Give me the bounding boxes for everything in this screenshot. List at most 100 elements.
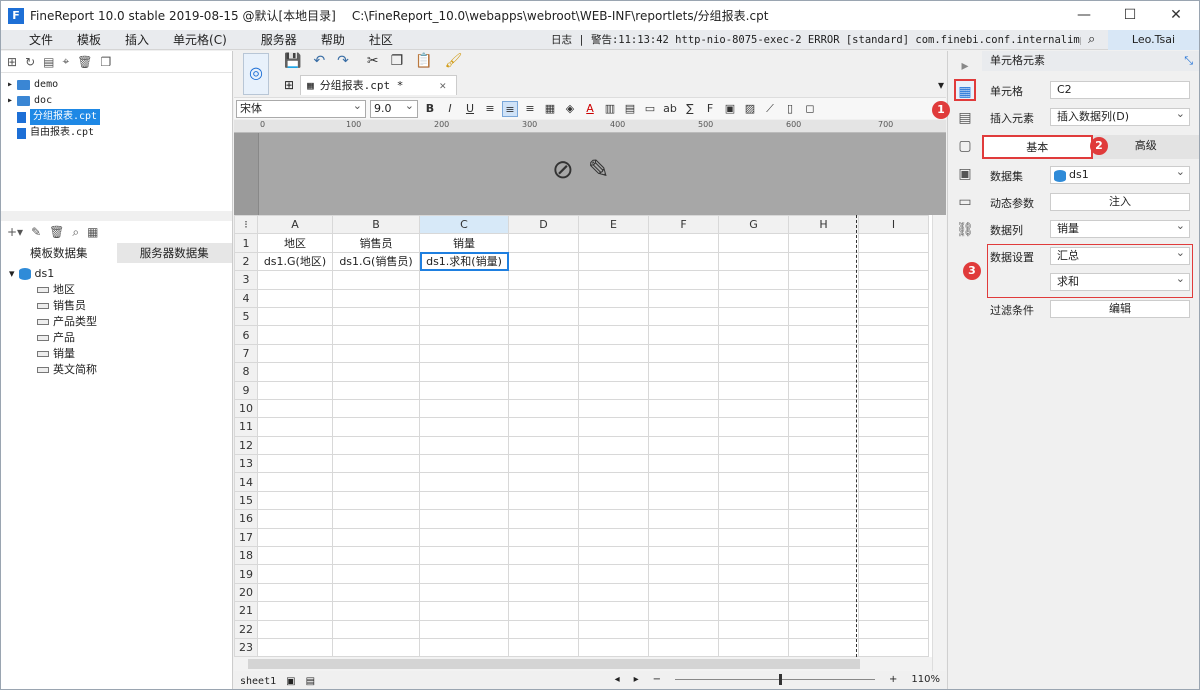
cell[interactable] <box>332 509 420 529</box>
sheet-tab[interactable]: sheet1 <box>240 676 276 687</box>
row-header[interactable]: 15 <box>234 490 258 511</box>
row-header[interactable]: 14 <box>234 472 258 492</box>
cell[interactable] <box>419 435 509 456</box>
scroll-left-icon[interactable]: ◂ <box>615 674 620 685</box>
cell[interactable] <box>718 564 789 584</box>
cell[interactable] <box>257 306 333 327</box>
scroll-right-icon[interactable]: ▸ <box>634 674 639 685</box>
menu-file[interactable]: 文件 <box>19 31 63 48</box>
menu-community[interactable]: 社区 <box>359 31 403 48</box>
cell[interactable] <box>648 435 719 456</box>
cell[interactable] <box>858 472 929 492</box>
cell[interactable] <box>508 270 579 290</box>
font-size-select[interactable]: 9.0 <box>370 98 418 118</box>
cell[interactable] <box>718 454 789 474</box>
cell[interactable] <box>419 398 509 419</box>
sub-report-icon[interactable]: ▯ <box>782 101 798 117</box>
cell[interactable] <box>858 564 929 584</box>
edit-pencil-icon[interactable]: ✎ <box>588 155 624 185</box>
server-dataset-icon[interactable]: ▦ <box>87 225 98 239</box>
cell[interactable] <box>718 527 789 548</box>
hyperlink-icon[interactable]: ▭ <box>954 191 976 213</box>
cell[interactable] <box>718 362 789 382</box>
cell[interactable] <box>648 362 719 382</box>
cell[interactable] <box>419 288 509 308</box>
menu-insert[interactable]: 插入 <box>115 31 159 48</box>
cell[interactable] <box>858 306 929 327</box>
cell[interactable] <box>332 417 420 437</box>
cell[interactable] <box>419 454 509 474</box>
tab-template-dataset[interactable]: 模板数据集 <box>1 243 117 263</box>
cell[interactable] <box>788 637 859 658</box>
column-header[interactable]: G <box>718 215 789 235</box>
cell[interactable] <box>508 325 579 345</box>
cell[interactable] <box>788 233 859 253</box>
dataset-ds1[interactable]: ▾ ds1 <box>9 266 224 282</box>
refresh-icon[interactable]: ↻ <box>25 55 35 69</box>
cell[interactable] <box>508 637 579 658</box>
zoom-out-icon[interactable]: − <box>653 674 661 685</box>
open-icon[interactable]: ▤ <box>43 55 54 69</box>
cell-element-icon[interactable]: ▦ <box>954 79 976 101</box>
cell[interactable] <box>718 398 789 419</box>
cell[interactable] <box>648 343 719 364</box>
cell[interactable] <box>788 251 859 272</box>
cell[interactable] <box>332 380 420 400</box>
cell[interactable] <box>578 564 649 584</box>
menu-help[interactable]: 帮助 <box>311 31 355 48</box>
text-cell-icon[interactable]: ▭ <box>642 101 658 117</box>
row-header[interactable]: 4 <box>234 288 258 308</box>
cell[interactable] <box>648 251 719 272</box>
zoom-in-icon[interactable]: + <box>889 674 897 685</box>
cell[interactable] <box>718 233 789 253</box>
cell[interactable] <box>508 343 579 364</box>
cell[interactable] <box>578 306 649 327</box>
clear-icon[interactable]: ◻ <box>802 101 818 117</box>
cell[interactable] <box>718 509 789 529</box>
cell[interactable] <box>578 233 649 253</box>
cell[interactable] <box>419 417 509 437</box>
cell[interactable] <box>718 270 789 290</box>
row-header[interactable]: 6 <box>234 325 258 345</box>
cell[interactable] <box>578 270 649 290</box>
cell[interactable] <box>788 398 859 419</box>
cell[interactable] <box>257 582 333 603</box>
cell[interactable] <box>718 637 789 658</box>
cell-B2[interactable]: ds1.G(销售员) <box>332 251 420 272</box>
cell[interactable] <box>508 417 579 437</box>
cell-A1[interactable]: 地区 <box>257 233 333 253</box>
cell[interactable] <box>648 582 719 603</box>
cell[interactable] <box>718 582 789 603</box>
cell[interactable] <box>419 490 509 511</box>
image-icon[interactable]: ▨ <box>742 101 758 117</box>
cell[interactable] <box>419 343 509 364</box>
cell[interactable] <box>858 288 929 308</box>
row-header[interactable]: 3 <box>234 270 258 290</box>
cell[interactable] <box>718 288 789 308</box>
cell[interactable] <box>648 509 719 529</box>
border-icon[interactable]: ▦ <box>542 101 558 117</box>
row-header[interactable]: 23 <box>234 637 258 658</box>
cell[interactable] <box>332 454 420 474</box>
column-header[interactable]: B <box>332 215 420 235</box>
cell[interactable] <box>508 527 579 548</box>
cell[interactable] <box>508 251 579 272</box>
cell[interactable] <box>332 435 420 456</box>
cell[interactable] <box>788 435 859 456</box>
cell[interactable] <box>578 490 649 511</box>
cell-name-field[interactable]: C2 <box>1050 81 1190 99</box>
cell[interactable] <box>332 343 420 364</box>
cell[interactable] <box>648 637 719 658</box>
menu-server[interactable]: 服务器 <box>251 31 307 48</box>
cell[interactable] <box>648 233 719 253</box>
cell[interactable] <box>508 619 579 639</box>
copy-icon[interactable]: ❐ <box>391 53 404 69</box>
cell[interactable] <box>508 306 579 327</box>
tab-advanced[interactable]: 高级 <box>1092 135 1199 159</box>
font-color-icon[interactable]: A <box>582 101 598 117</box>
cell[interactable] <box>257 417 333 437</box>
cell[interactable] <box>858 362 929 382</box>
add-sheet-icon[interactable]: ▣ <box>286 676 295 687</box>
row-header[interactable]: 10 <box>234 398 258 419</box>
column-header[interactable]: F <box>648 215 719 235</box>
